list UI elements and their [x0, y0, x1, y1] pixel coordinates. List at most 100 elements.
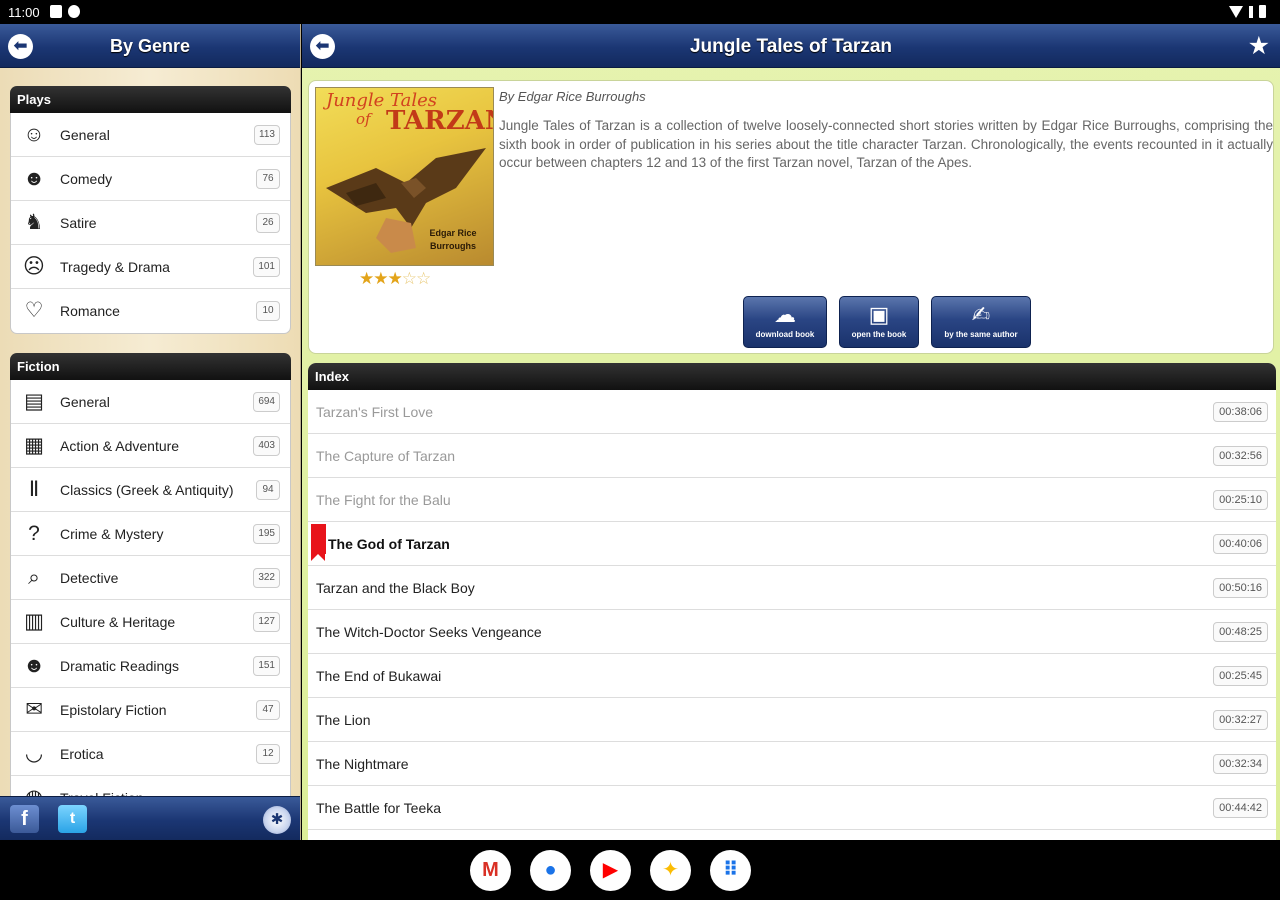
- chapter-row[interactable]: The Witch-Doctor Seeks Vengeance 00:48:25: [308, 610, 1276, 654]
- chapter-duration: 00:48:25: [1213, 622, 1268, 642]
- genre-item[interactable]: ✉ Epistolary Fiction 47: [11, 688, 290, 732]
- chapter-list[interactable]: Tarzan's First Love 00:38:06 The Capture o…: [308, 390, 1276, 830]
- chapter-index: Index Tarzan's First Love 00:38:06 The Cap…: [308, 363, 1276, 840]
- cloud-download-icon: ☁: [774, 302, 796, 327]
- genre-label: Romance: [60, 303, 120, 319]
- genre-label: Erotica: [60, 746, 104, 762]
- chapter-row[interactable]: Tarzan and the Black Boy 00:50:16: [308, 566, 1276, 610]
- theater-masks-icon: ☺: [23, 123, 45, 146]
- genre-panel-title: By Genre: [109, 36, 191, 56]
- genre-item[interactable]: ☹ Tragedy & Drama 101: [11, 245, 290, 289]
- book-navbar: ⬅ Jungle Tales of Tarzan ★: [302, 24, 1280, 68]
- genre-item[interactable]: ☻ Comedy 76: [11, 157, 290, 201]
- genre-item[interactable]: ◍Travel Fiction: [11, 776, 290, 796]
- twitter-icon[interactable]: t: [58, 805, 87, 833]
- star-full-icon: ★: [359, 269, 374, 288]
- chapter-title: The Nightmare: [316, 756, 409, 772]
- book-author[interactable]: By Edgar Rice Burroughs: [499, 89, 646, 104]
- column-icon: Ⅱ: [28, 478, 40, 501]
- genre-item[interactable]: ♡ Romance 10: [11, 289, 290, 333]
- magnifier-icon: ⌕: [28, 566, 40, 589]
- open-book-icon: ▣: [868, 302, 890, 327]
- chapter-duration: 00:44:42: [1213, 798, 1268, 818]
- globe-icon: ◍: [21, 785, 47, 796]
- chapter-row[interactable]: The End of Bukawai 00:25:45: [308, 654, 1276, 698]
- scroll-icon: ▥: [24, 610, 44, 633]
- genre-group-header: Fiction: [10, 353, 291, 380]
- genre-item[interactable]: ♞ Satire 26: [11, 201, 290, 245]
- chapter-duration: 00:25:10: [1213, 490, 1268, 510]
- genre-item[interactable]: ? Crime & Mystery 195: [11, 512, 290, 556]
- chapter-title: Tarzan and the Black Boy: [316, 580, 475, 596]
- favorite-star-icon[interactable]: ★: [1248, 33, 1270, 59]
- genre-label: Dramatic Readings: [60, 658, 180, 674]
- chapter-title: The Capture of Tarzan: [316, 448, 456, 464]
- gmail-icon[interactable]: M: [470, 850, 511, 891]
- youtube-icon[interactable]: ▶: [590, 850, 631, 891]
- star-empty-icon: ☆: [401, 269, 417, 288]
- status-time: 11:00: [8, 5, 40, 20]
- status-bar: 11:00: [0, 0, 1280, 24]
- chapter-duration: 00:32:56: [1213, 446, 1268, 466]
- genre-count-badge: 403: [253, 436, 280, 456]
- settings-icon[interactable]: ✱: [263, 806, 291, 834]
- author-icon: ✍: [971, 302, 991, 327]
- chapter-duration: 00:50:16: [1213, 578, 1268, 598]
- facebook-icon[interactable]: f: [10, 805, 39, 833]
- genre-item[interactable]: ◡ Erotica 12: [11, 732, 290, 776]
- genre-footer: f t ✱: [0, 796, 300, 840]
- download-book-button[interactable]: ☁ download book: [743, 296, 827, 348]
- chapter-row[interactable]: The Capture of Tarzan 00:32:56: [308, 434, 1276, 478]
- genre-label: Epistolary Fiction: [60, 702, 167, 718]
- genre-navbar: ⬅ By Genre: [0, 24, 300, 68]
- genre-item[interactable]: ☻ Dramatic Readings 151: [11, 644, 290, 688]
- genre-group-plays: Plays ☺ General 113 ☻ Comedy 76 ♞ Satire 26 ☹ Trag…: [10, 86, 291, 334]
- genre-item[interactable]: ▥ Culture & Heritage 127: [11, 600, 290, 644]
- genre-count-badge: 94: [256, 480, 280, 500]
- genre-count-badge: 195: [253, 524, 280, 544]
- genre-item[interactable]: ▦ Action & Adventure 403: [11, 424, 290, 468]
- wifi-icon: [1229, 5, 1243, 18]
- romance-couple-icon: ♡: [24, 299, 44, 322]
- chapter-row[interactable]: Tarzan's First Love 00:38:06: [308, 390, 1276, 434]
- same-author-button[interactable]: ✍ by the same author: [931, 296, 1031, 348]
- app-drawer-icon[interactable]: ⠿: [710, 850, 751, 891]
- chapter-duration: 00:32:27: [1213, 710, 1268, 730]
- chapter-row[interactable]: The Fight for the Balu 00:25:10: [308, 478, 1276, 522]
- genre-scroll-list[interactable]: Plays ☺ General 113 ☻ Comedy 76 ♞ Satire 26 ☹ Trag…: [0, 68, 300, 796]
- signal-icon: [1249, 5, 1253, 18]
- genre-count-badge: 694: [253, 392, 280, 412]
- chapter-title: The Battle for Teeka: [316, 800, 442, 816]
- book-icon: ▤: [24, 390, 44, 413]
- genre-count-badge: 151: [253, 656, 280, 676]
- system-icons: [1229, 5, 1266, 18]
- chapter-row[interactable]: The Battle for Teeka 00:44:42: [308, 786, 1276, 830]
- book-cover[interactable]: Jungle Tales of TARZAN Edgar Rice Burrou…: [315, 87, 494, 266]
- bookmark-icon: [311, 524, 326, 561]
- star-full-icon: ★: [373, 269, 388, 288]
- genre-label: Classics (Greek & Antiquity): [60, 482, 234, 498]
- rating-stars[interactable]: ★★★☆☆: [359, 269, 431, 289]
- comedy-mask-icon: ☻: [22, 167, 46, 190]
- genre-item[interactable]: ⌕ Detective 322: [11, 556, 290, 600]
- chapter-row[interactable]: The God of Tarzan 00:40:06: [308, 522, 1276, 566]
- chapter-title: The End of Bukawai: [316, 668, 442, 684]
- cover-title-line2: of: [356, 110, 371, 128]
- photos-icon[interactable]: ✦: [650, 850, 691, 891]
- map-icon: ▦: [24, 434, 44, 457]
- sim-card-icon: [50, 5, 62, 18]
- genre-group-header: Plays: [10, 86, 291, 113]
- book-description: Jungle Tales of Tarzan is a collection o…: [499, 118, 1273, 170]
- chapter-duration: 00:32:34: [1213, 754, 1268, 774]
- genre-item[interactable]: ▤ General 694: [11, 380, 290, 424]
- genre-item[interactable]: Ⅱ Classics (Greek & Antiquity) 94: [11, 468, 290, 512]
- chapter-row[interactable]: The Nightmare 00:32:34: [308, 742, 1276, 786]
- genre-label: Satire: [60, 215, 97, 231]
- tragedy-mask-icon: ☹: [23, 255, 45, 278]
- genre-count-badge: 322: [253, 568, 280, 588]
- chapter-duration: 00:40:06: [1213, 534, 1268, 554]
- chapter-row[interactable]: The Lion 00:32:27: [308, 698, 1276, 742]
- chrome-icon[interactable]: ●: [530, 850, 571, 891]
- open-book-button[interactable]: ▣ open the book: [839, 296, 919, 348]
- genre-item[interactable]: ☺ General 113: [11, 113, 290, 157]
